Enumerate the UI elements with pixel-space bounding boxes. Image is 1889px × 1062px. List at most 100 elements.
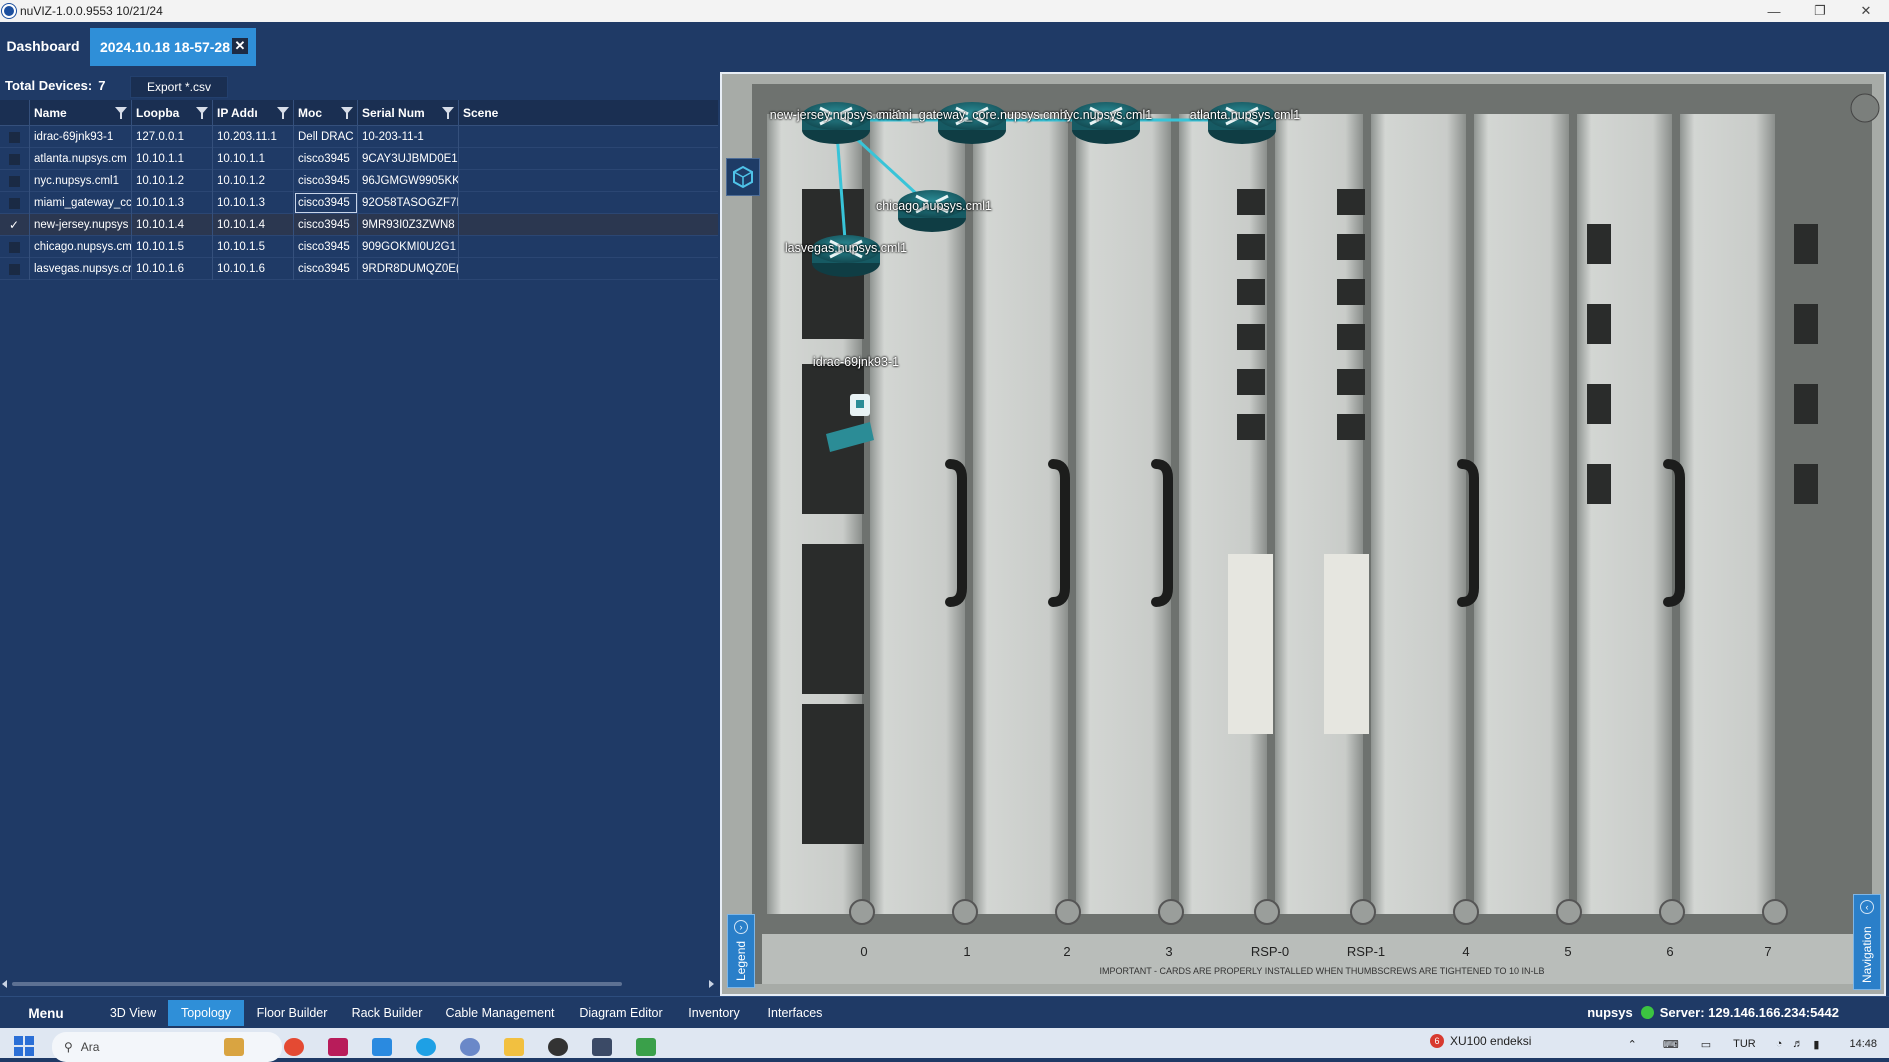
language-indicator[interactable]: TUR [1733, 1038, 1756, 1050]
filter-icon[interactable] [115, 107, 127, 119]
cell-loopback[interactable]: 10.10.1.4 [132, 214, 213, 236]
scrollbar-thumb[interactable] [12, 982, 622, 986]
navigation-panel-toggle[interactable]: ‹ Navigation [1853, 894, 1881, 990]
tab-diagram-editor[interactable]: Diagram Editor [573, 1000, 669, 1026]
node-label[interactable]: miami_gateway_core.nupsys.cml1 [878, 108, 1069, 122]
cell-model[interactable]: cisco3945 [294, 148, 358, 170]
vscode-icon[interactable] [372, 1038, 392, 1056]
app-icon[interactable] [592, 1038, 612, 1056]
node-label[interactable]: nyc.nupsys.cml1 [1060, 108, 1152, 122]
stock-notification[interactable]: 6 XU100 endeksi [1430, 1034, 1531, 1048]
checkmark-icon[interactable]: ✓ [9, 219, 20, 231]
table-row[interactable]: lasvegas.nupsys.cr 10.10.1.6 10.10.1.6 cisc… [0, 258, 718, 280]
cell-loopback[interactable]: 127.0.0.1 [132, 126, 213, 148]
cell-name[interactable]: nyc.nupsys.cml1 [30, 170, 132, 192]
cell-serial[interactable]: 9RDR8DUMQZ0E( [358, 258, 459, 280]
column-header-loopback[interactable]: Loopba [132, 100, 213, 126]
filter-icon[interactable] [341, 107, 353, 119]
cell-name[interactable]: chicago.nupsys.cm [30, 236, 132, 258]
cell-model[interactable]: cisco3945 [294, 170, 358, 192]
tab-interfaces[interactable]: Interfaces [760, 1000, 830, 1026]
cell-model[interactable]: cisco3945 [294, 258, 358, 280]
checkbox-icon[interactable] [9, 263, 20, 275]
volume-icon[interactable]: ♬ [1792, 1038, 1803, 1050]
cell-ip[interactable]: 10.10.1.1 [213, 148, 294, 170]
jetbrains-icon[interactable] [328, 1038, 348, 1056]
column-header-scene[interactable]: Scene [459, 100, 519, 126]
close-window-icon[interactable]: ✕ [1843, 0, 1889, 22]
cell-model[interactable]: cisco3945 [294, 192, 358, 214]
table-row[interactable]: idrac-69jnk93-1 127.0.0.1 10.203.11.1 Dell … [0, 126, 718, 148]
table-row[interactable]: atlanta.nupsys.cm 10.10.1.1 10.10.1.1 cisco… [0, 148, 718, 170]
cell-loopback[interactable]: 10.10.1.2 [132, 170, 213, 192]
cell-name[interactable]: lasvegas.nupsys.cr [30, 258, 132, 280]
cell-ip[interactable]: 10.10.1.3 [213, 192, 294, 214]
close-tab-icon[interactable]: ✕ [232, 38, 248, 54]
cell-serial[interactable]: 9MR93I0Z3ZWN8 [358, 214, 459, 236]
cell-model[interactable]: cisco3945 [294, 236, 358, 258]
row-checkbox[interactable] [0, 236, 30, 258]
menu-button[interactable]: Menu [0, 1000, 92, 1026]
column-header-name[interactable]: Name [30, 100, 132, 126]
cell-name[interactable]: atlanta.nupsys.cm [30, 148, 132, 170]
scroll-left-icon[interactable] [2, 980, 7, 988]
view-cube-icon[interactable] [726, 158, 760, 196]
cell-serial[interactable]: 9CAY3UJBMD0E1( [358, 148, 459, 170]
settings-gear-icon[interactable] [460, 1038, 480, 1056]
skype-icon[interactable] [416, 1038, 436, 1056]
node-label[interactable]: idrac-69jnk93-1 [813, 355, 899, 369]
table-row[interactable]: ✓ new-jersey.nupsys 10.10.1.4 10.10.1.4 cisc… [0, 214, 718, 236]
wifi-icon[interactable]: ◔ [1776, 1038, 1783, 1050]
weather-widget-icon[interactable] [224, 1038, 244, 1056]
cell-scene[interactable] [459, 192, 519, 214]
cell-loopback[interactable]: 10.10.1.5 [132, 236, 213, 258]
row-checkbox[interactable] [0, 170, 30, 192]
cell-ip[interactable]: 10.10.1.2 [213, 170, 294, 192]
cell-model[interactable]: cisco3945 [294, 214, 358, 236]
cell-serial[interactable]: 92O58TASOGZF7I [358, 192, 459, 214]
cell-name[interactable]: miami_gateway_cc [30, 192, 132, 214]
row-checkbox[interactable] [0, 148, 30, 170]
github-icon[interactable] [548, 1038, 568, 1056]
column-header-model[interactable]: Moc [294, 100, 358, 126]
keyboard-icon[interactable]: ⌨ [1663, 1038, 1679, 1051]
cell-serial[interactable]: 10-203-11-1 [358, 126, 459, 148]
tab-dashboard[interactable]: Dashboard [0, 28, 86, 64]
cell-scene[interactable] [459, 148, 519, 170]
cell-scene[interactable] [459, 236, 519, 258]
filter-icon[interactable] [277, 107, 289, 119]
filter-icon[interactable] [196, 107, 208, 119]
file-explorer-icon[interactable] [504, 1038, 524, 1056]
cell-scene[interactable] [459, 214, 519, 236]
cell-scene[interactable] [459, 170, 519, 192]
cell-loopback[interactable]: 10.10.1.3 [132, 192, 213, 214]
minimize-icon[interactable]: — [1751, 0, 1797, 22]
checkbox-icon[interactable] [9, 131, 20, 143]
column-header-ip[interactable]: IP Addı [213, 100, 294, 126]
checkbox-icon[interactable] [9, 241, 20, 253]
select-column-header[interactable] [0, 100, 30, 126]
legend-panel-toggle[interactable]: › Legend [727, 914, 755, 988]
scroll-right-icon[interactable] [709, 980, 714, 988]
app-icon[interactable] [636, 1038, 656, 1056]
cell-name[interactable]: new-jersey.nupsys [30, 214, 132, 236]
node-label[interactable]: chicago.nupsys.cml1 [876, 199, 992, 213]
node-label[interactable]: atlanta.nupsys.cml1 [1190, 108, 1300, 122]
cell-scene[interactable] [459, 258, 519, 280]
table-row[interactable]: chicago.nupsys.cm 10.10.1.5 10.10.1.5 cisco… [0, 236, 718, 258]
row-checkbox[interactable]: ✓ [0, 214, 30, 236]
cell-ip[interactable]: 10.203.11.1 [213, 126, 294, 148]
tab-inventory[interactable]: Inventory [680, 1000, 748, 1026]
chrome-icon[interactable] [284, 1038, 304, 1056]
cell-loopback[interactable]: 10.10.1.6 [132, 258, 213, 280]
clock[interactable]: 14:48 [1849, 1038, 1877, 1050]
row-checkbox[interactable] [0, 126, 30, 148]
windows-start-icon[interactable] [14, 1036, 34, 1056]
table-row[interactable]: miami_gateway_cc 10.10.1.3 10.10.1.3 cisco3… [0, 192, 718, 214]
export-csv-button[interactable]: Export *.csv [130, 76, 228, 98]
filter-icon[interactable] [442, 107, 454, 119]
cell-ip[interactable]: 10.10.1.4 [213, 214, 294, 236]
checkbox-icon[interactable] [9, 153, 20, 165]
tab-floor-builder[interactable]: Floor Builder [252, 1000, 332, 1026]
cell-name[interactable]: idrac-69jnk93-1 [30, 126, 132, 148]
